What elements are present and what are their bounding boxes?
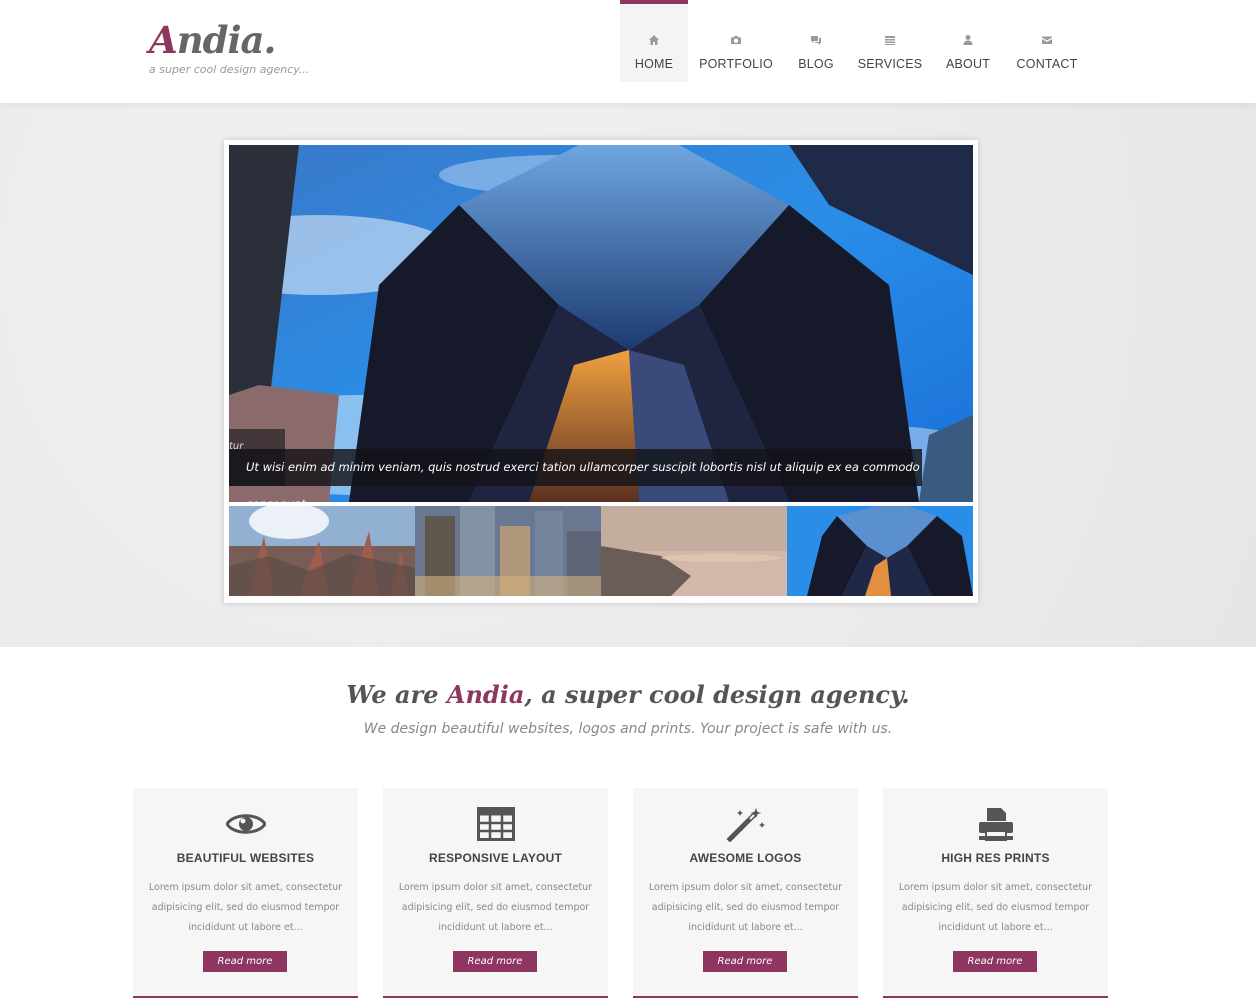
image-slider: tur Ut wisi enim ad minim veniam, quis n… [224,140,978,603]
feature-box-logos: AWESOME LOGOS Lorem ipsum dolor sit amet… [633,788,858,998]
hero-section: tur Ut wisi enim ad minim veniam, quis n… [0,103,1256,647]
autumn-plants-photo [229,506,415,596]
logo-wordmark: Andia. [149,18,276,62]
feature-text: Lorem ipsum dolor sit amet, consectetur … [898,882,1093,933]
table-icon [476,807,515,841]
thumbnail-3[interactable] [601,506,787,596]
nav-item-services[interactable]: SERVICES [848,0,932,82]
nav-label: ABOUT [945,57,991,71]
user-icon [963,35,973,45]
feature-title: RESPONSIVE LAYOUT [429,851,562,865]
nav-label: SERVICES [857,57,923,71]
printer-icon [978,808,1013,841]
nav-label: HOME [634,57,674,71]
nav-label: CONTACT [1016,57,1078,71]
comments-icon [811,36,821,45]
feature-text: Lorem ipsum dolor sit amet, consectetur … [648,882,843,933]
feature-title: BEAUTIFUL WEBSITES [176,851,315,865]
read-more-button[interactable]: Read more [453,951,537,972]
intro-subtitle: We design beautiful websites, logos and … [363,721,893,737]
nav-item-contact[interactable]: CONTACT [1004,0,1090,82]
read-more-button[interactable]: Read more [703,951,787,972]
thumbnail-strip [229,506,973,596]
glass-tower-photo [787,506,973,596]
main-nav: HOME PORTFOLIO BLOG SERVICES ABOUT CONTA… [620,0,1090,82]
thumbnail-2[interactable] [415,506,601,596]
logo-tagline: a super cool design agency... [149,63,310,76]
city-skyscrapers-photo [415,506,601,596]
list-icon [885,36,895,45]
site-logo[interactable]: Andia. a super cool design agency... [149,18,309,76]
feature-title: HIGH RES PRINTS [941,851,1050,865]
feature-box-websites: BEAUTIFUL WEBSITES Lorem ipsum dolor sit… [133,788,358,998]
nav-item-about[interactable]: ABOUT [932,0,1004,82]
feature-box-prints: HIGH RES PRINTS Lorem ipsum dolor sit am… [883,788,1108,998]
site-header: Andia. a super cool design agency... HOM… [0,0,1256,103]
nav-item-blog[interactable]: BLOG [784,0,848,82]
read-more-button[interactable]: Read more [203,951,287,972]
feature-text: Lorem ipsum dolor sit amet, consectetur … [398,882,593,933]
feature-box-layout: RESPONSIVE LAYOUT Lorem ipsum dolor sit … [383,788,608,998]
intro-heading: We are Andia, a super cool design agency… [346,680,910,709]
features-row: BEAUTIFUL WEBSITES Lorem ipsum dolor sit… [133,788,1108,998]
feature-text: Lorem ipsum dolor sit amet, consectetur … [148,882,343,933]
home-icon [649,35,659,45]
thumbnail-4[interactable] [787,506,973,596]
nav-item-portfolio[interactable]: PORTFOLIO [688,0,784,82]
eye-icon [225,814,266,834]
envelope-icon [1042,36,1052,44]
sunset-coast-photo [601,506,787,596]
nav-item-home[interactable]: HOME [620,0,688,82]
slide-caption: Ut wisi enim ad minim veniam, quis nostr… [229,449,922,502]
camera-icon [731,36,741,44]
feature-title: AWESOME LOGOS [689,851,802,865]
read-more-button[interactable]: Read more [953,951,1037,972]
nav-label: PORTFOLIO [699,57,773,71]
nav-label: BLOG [798,57,834,71]
magic-wand-icon [725,808,765,842]
slide-image[interactable]: tur Ut wisi enim ad minim veniam, quis n… [229,145,973,502]
thumbnail-1[interactable] [229,506,415,596]
